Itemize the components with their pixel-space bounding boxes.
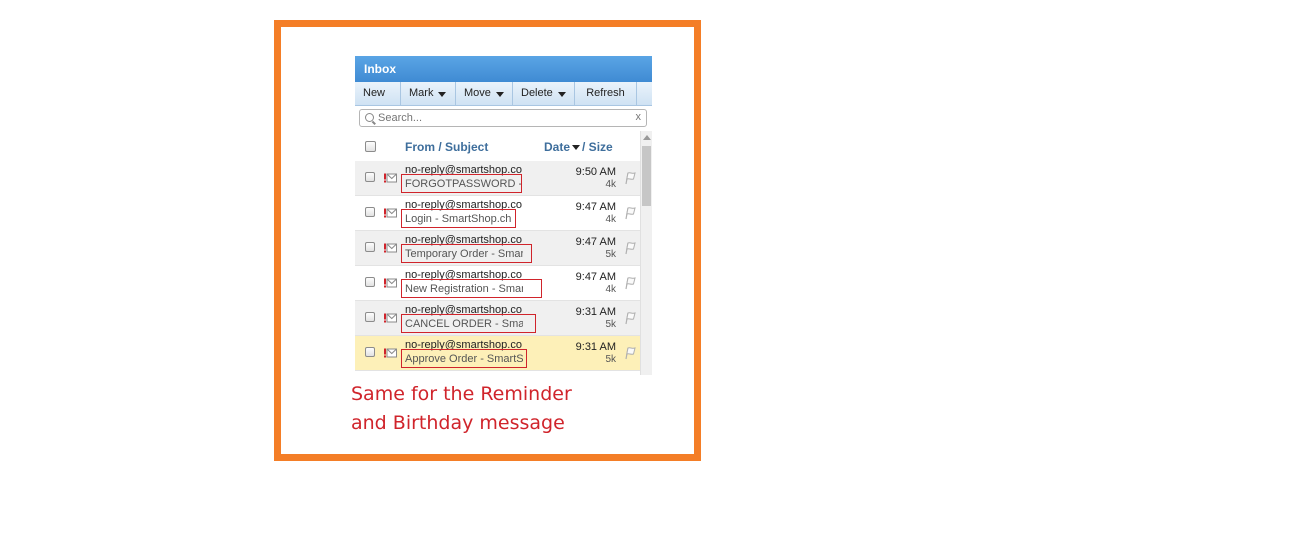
column-header: From / Subject Date / Size — [355, 131, 640, 161]
message-size: 5k — [605, 249, 616, 260]
orange-frame: Inbox New Mark Move Delete Refresh Searc… — [274, 20, 701, 461]
message-time: 9:31 AM — [575, 306, 616, 318]
message-row[interactable]: no-reply@smartshop.co New Registration - … — [355, 266, 640, 301]
message-time: 9:47 AM — [575, 201, 616, 213]
mail-client: Inbox New Mark Move Delete Refresh Searc… — [355, 56, 652, 375]
search-box: x — [359, 109, 647, 127]
flag-icon[interactable] — [623, 241, 637, 255]
message-row[interactable]: no-reply@smartshop.co Approve Order - Sma… — [355, 336, 640, 371]
select-all-checkbox[interactable] — [365, 141, 376, 152]
annotation-line-1: Same for the Reminder — [351, 383, 572, 405]
chevron-down-icon — [438, 92, 447, 97]
highlight-box — [401, 349, 527, 368]
inbox-title: Inbox — [355, 56, 652, 82]
message-size: 5k — [605, 319, 616, 330]
new-button-label: New — [363, 87, 386, 99]
delete-button-label: Delete — [521, 87, 553, 99]
message-time: 9:50 AM — [575, 166, 616, 178]
flag-icon[interactable] — [623, 346, 637, 360]
refresh-button[interactable]: Refresh — [575, 82, 637, 105]
annotation-line-2: and Birthday message — [351, 412, 565, 434]
clear-search-button[interactable]: x — [636, 111, 642, 123]
message-row[interactable]: no-reply@smartshop.coFORGOTPASSWORD - Sm… — [355, 161, 640, 196]
envelope-error-icon — [384, 313, 397, 323]
message-checkbox[interactable] — [365, 207, 375, 217]
envelope-error-icon — [384, 173, 397, 183]
flag-icon[interactable] — [623, 311, 637, 325]
envelope-error-icon — [384, 278, 397, 288]
message-list: no-reply@smartshop.coFORGOTPASSWORD - Sm… — [355, 161, 640, 371]
from-subject-header[interactable]: From / Subject — [405, 140, 488, 154]
message-row[interactable]: no-reply@smartshop.co Temporary Order - S… — [355, 231, 640, 266]
envelope-error-icon — [384, 243, 397, 253]
toolbar: New Mark Move Delete Refresh — [355, 82, 652, 106]
highlight-box — [401, 244, 532, 263]
annotation-caption: Same for the Reminder and Birthday messa… — [351, 380, 671, 438]
envelope-error-icon — [384, 348, 397, 358]
flag-icon[interactable] — [623, 206, 637, 220]
message-size: 4k — [605, 284, 616, 295]
message-time: 9:31 AM — [575, 341, 616, 353]
date-size-header[interactable]: Date / Size — [544, 140, 613, 154]
chevron-down-icon — [557, 92, 566, 97]
scrollbar[interactable] — [640, 131, 652, 375]
search-bar: x — [355, 106, 652, 133]
delete-button[interactable]: Delete — [513, 82, 575, 105]
message-checkbox[interactable] — [365, 347, 375, 357]
message-size: 5k — [605, 354, 616, 365]
message-checkbox[interactable] — [365, 172, 375, 182]
message-time: 9:47 AM — [575, 271, 616, 283]
sort-desc-icon — [572, 144, 581, 150]
date-header[interactable]: Date — [544, 140, 570, 154]
move-button[interactable]: Move — [456, 82, 513, 105]
search-input[interactable] — [378, 110, 618, 126]
message-size: 4k — [605, 179, 616, 190]
chevron-down-icon — [495, 92, 504, 97]
highlight-box — [401, 314, 536, 333]
message-row[interactable]: no-reply@smartshop.co Login - SmartShop.c… — [355, 196, 640, 231]
message-row[interactable]: no-reply@smartshop.coCANCEL ORDER - Smar… — [355, 301, 640, 336]
message-checkbox[interactable] — [365, 277, 375, 287]
refresh-button-label: Refresh — [586, 87, 625, 99]
search-icon — [365, 113, 374, 122]
size-header[interactable]: / Size — [582, 140, 613, 154]
highlight-box — [401, 209, 516, 228]
envelope-error-icon — [384, 208, 397, 218]
message-checkbox[interactable] — [365, 242, 375, 252]
flag-icon[interactable] — [623, 276, 637, 290]
scroll-up-icon[interactable] — [643, 135, 651, 140]
message-time: 9:47 AM — [575, 236, 616, 248]
move-button-label: Move — [464, 87, 491, 99]
highlight-box — [401, 279, 542, 298]
message-checkbox[interactable] — [365, 312, 375, 322]
new-button[interactable]: New — [355, 82, 401, 105]
scrollbar-thumb[interactable] — [642, 146, 651, 206]
flag-icon[interactable] — [623, 171, 637, 185]
mark-button-label: Mark — [409, 87, 434, 99]
mark-button[interactable]: Mark — [401, 82, 456, 105]
highlight-box — [401, 174, 522, 193]
message-size: 4k — [605, 214, 616, 225]
